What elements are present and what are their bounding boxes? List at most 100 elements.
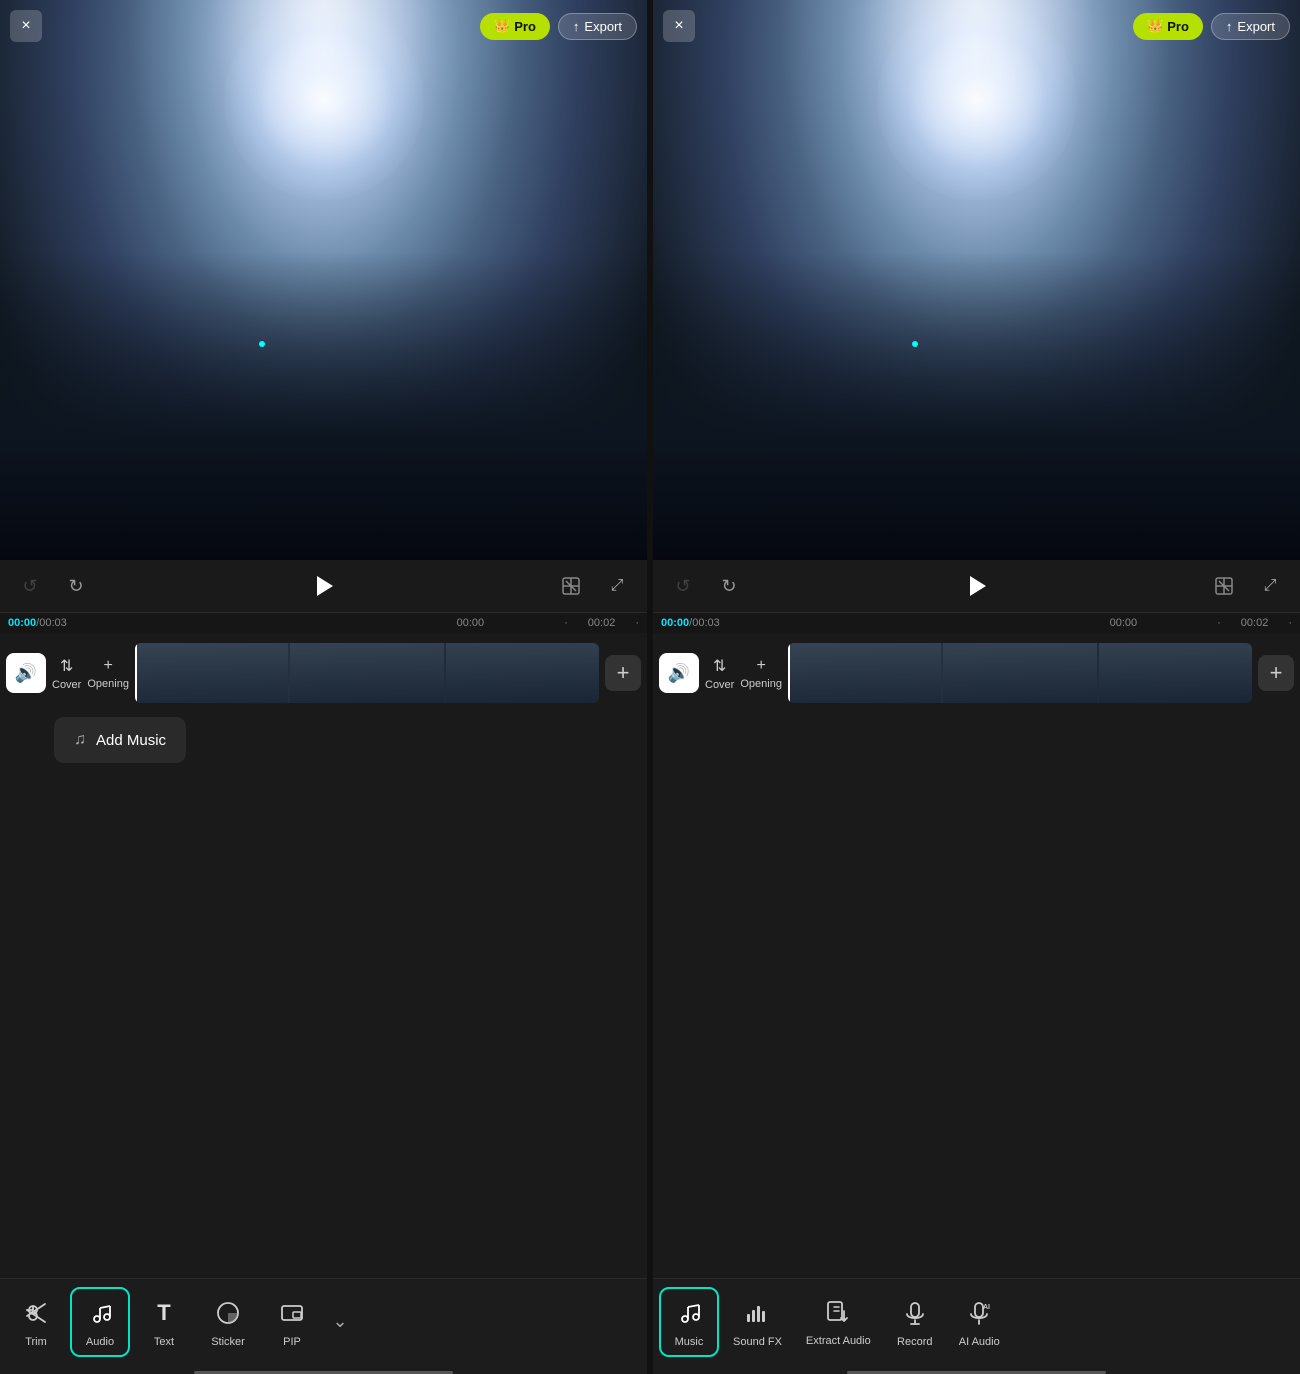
more-button[interactable]: ⌄	[326, 1308, 354, 1336]
left-volume-button[interactable]: 🔊	[6, 653, 46, 693]
right-cover-label: Cover	[705, 679, 734, 691]
submenu-ai-audio[interactable]: AI AI Audio	[949, 1287, 1010, 1357]
left-timeline-cursor	[135, 643, 137, 703]
right-audio-submenu: Music Sound FX	[653, 1278, 1300, 1368]
export-icon-right: ↑	[1226, 19, 1233, 34]
main-area: × 👑 Pro ↑ Export ↺ ↻	[0, 0, 1300, 1374]
cover-icon-left: ⇅	[60, 656, 73, 676]
sound-fx-label: Sound FX	[733, 1336, 782, 1348]
tool-pip[interactable]: PIP	[262, 1287, 322, 1357]
trees-left	[0, 252, 647, 560]
left-timeline-ruler: 00:00 / 00:03 00:00 · 00:02 ·	[0, 612, 647, 633]
pip-label: PIP	[283, 1336, 301, 1348]
sticker-label: Sticker	[211, 1336, 245, 1348]
right-ruler-dot2: ·	[1288, 617, 1292, 629]
right-redo-button[interactable]: ↻	[715, 572, 743, 600]
right-opening-label: Opening	[740, 678, 782, 690]
left-pro-button[interactable]: 👑 Pro	[480, 13, 550, 40]
export-icon-left: ↑	[573, 19, 580, 34]
trees-right	[653, 252, 1300, 560]
left-panel-header: × 👑 Pro ↑ Export	[0, 10, 647, 42]
dot-indicator-right	[912, 341, 918, 347]
left-opening-label: Opening	[87, 678, 129, 690]
record-label: Record	[897, 1336, 932, 1348]
extract-audio-label: Extract Audio	[806, 1335, 871, 1348]
right-video-strip	[788, 643, 1252, 703]
left-ruler-dot2: ·	[635, 617, 639, 629]
left-undo-button[interactable]: ↺	[16, 572, 44, 600]
trim-icon	[18, 1295, 54, 1331]
left-opening-button[interactable]: + Opening	[87, 657, 129, 690]
tool-sticker[interactable]: Sticker	[198, 1287, 258, 1357]
right-timeline-area: 00:00 / 00:03 00:00 · 00:02 · 🔊 ⇅ Cover …	[653, 612, 1300, 713]
left-total-time: 00:03	[39, 617, 67, 629]
left-video-preview: × 👑 Pro ↑ Export	[0, 0, 647, 560]
left-timeline-area: 00:00 / 00:03 00:00 · 00:02 · 🔊 ⇅ Cover …	[0, 612, 647, 769]
right-pro-button[interactable]: 👑 Pro	[1133, 13, 1203, 40]
left-play-button[interactable]	[306, 568, 342, 604]
left-video-strip	[135, 643, 599, 703]
right-add-button[interactable]: +	[1258, 655, 1294, 691]
right-close-button[interactable]: ×	[663, 10, 695, 42]
add-music-label: Add Music	[96, 732, 166, 749]
right-ruler-dot1: ·	[1217, 617, 1221, 629]
music-note-icon: ♫	[74, 731, 86, 749]
right-volume-button[interactable]: 🔊	[659, 653, 699, 693]
left-trim-button[interactable]	[557, 572, 585, 600]
left-add-button[interactable]: +	[605, 655, 641, 691]
submenu-extract-audio[interactable]: Extract Audio	[796, 1287, 881, 1357]
right-fullscreen-button[interactable]: ⤢	[1256, 572, 1284, 600]
right-controls-bar: ↺ ↻ ⤢	[653, 560, 1300, 612]
right-header-right: 👑 Pro ↑ Export	[1133, 13, 1290, 40]
right-cover-button[interactable]: ⇅ Cover	[705, 656, 734, 691]
left-export-label: Export	[584, 19, 622, 34]
right-ruler-marker2: 00:02	[1241, 617, 1269, 629]
pip-icon	[274, 1295, 310, 1331]
left-ruler-marker1: 00:00	[457, 617, 485, 629]
strip-frame-r1	[788, 643, 941, 703]
right-play-button[interactable]	[959, 568, 995, 604]
right-undo-button[interactable]: ↺	[669, 572, 697, 600]
left-export-button[interactable]: ↑ Export	[558, 13, 637, 40]
right-video-preview: × 👑 Pro ↑ Export	[653, 0, 1300, 560]
opening-icon-left: +	[103, 657, 112, 675]
right-export-button[interactable]: ↑ Export	[1211, 13, 1290, 40]
right-opening-button[interactable]: + Opening	[740, 657, 782, 690]
submenu-record[interactable]: Record	[885, 1287, 945, 1357]
opening-icon-right: +	[756, 657, 765, 675]
left-current-time: 00:00	[8, 617, 36, 629]
dot-indicator-left	[259, 341, 265, 347]
left-redo-button[interactable]: ↻	[62, 572, 90, 600]
submenu-music[interactable]: Music	[659, 1287, 719, 1357]
cover-icon-right: ⇅	[713, 656, 726, 676]
right-timeline-tracks: 🔊 ⇅ Cover + Opening +	[653, 633, 1300, 713]
left-bottom-toolbar: Trim Audio T Text	[0, 1278, 647, 1368]
ai-audio-label: AI Audio	[959, 1336, 1000, 1348]
left-close-button[interactable]: ×	[10, 10, 42, 42]
left-ruler-marker2: 00:02	[588, 617, 616, 629]
right-trim-button[interactable]	[1210, 572, 1238, 600]
left-header-right: 👑 Pro ↑ Export	[480, 13, 637, 40]
audio-icon	[82, 1295, 118, 1331]
right-ruler-marker1: 00:00	[1110, 617, 1138, 629]
tool-audio[interactable]: Audio	[70, 1287, 130, 1357]
ai-audio-icon: AI	[961, 1295, 997, 1331]
tool-trim[interactable]: Trim	[6, 1287, 66, 1357]
sound-fx-icon	[739, 1295, 775, 1331]
crown-icon-right: 👑	[1147, 18, 1163, 34]
right-pro-label: Pro	[1167, 19, 1189, 34]
left-timeline-tracks: 🔊 ⇅ Cover + Opening +	[0, 633, 647, 713]
strip-frame-1	[135, 643, 288, 703]
right-timeline-cursor	[788, 643, 790, 703]
tool-text[interactable]: T Text	[134, 1287, 194, 1357]
right-panel-header: × 👑 Pro ↑ Export	[653, 10, 1300, 42]
sticker-icon	[210, 1295, 246, 1331]
record-icon	[897, 1295, 933, 1331]
submenu-sound-fx[interactable]: Sound FX	[723, 1287, 792, 1357]
right-play-triangle	[970, 576, 986, 596]
text-icon: T	[146, 1295, 182, 1331]
crown-icon-left: 👑	[494, 18, 510, 34]
add-music-popup[interactable]: ♫ Add Music	[54, 717, 186, 763]
left-cover-button[interactable]: ⇅ Cover	[52, 656, 81, 691]
left-fullscreen-button[interactable]: ⤢	[603, 572, 631, 600]
